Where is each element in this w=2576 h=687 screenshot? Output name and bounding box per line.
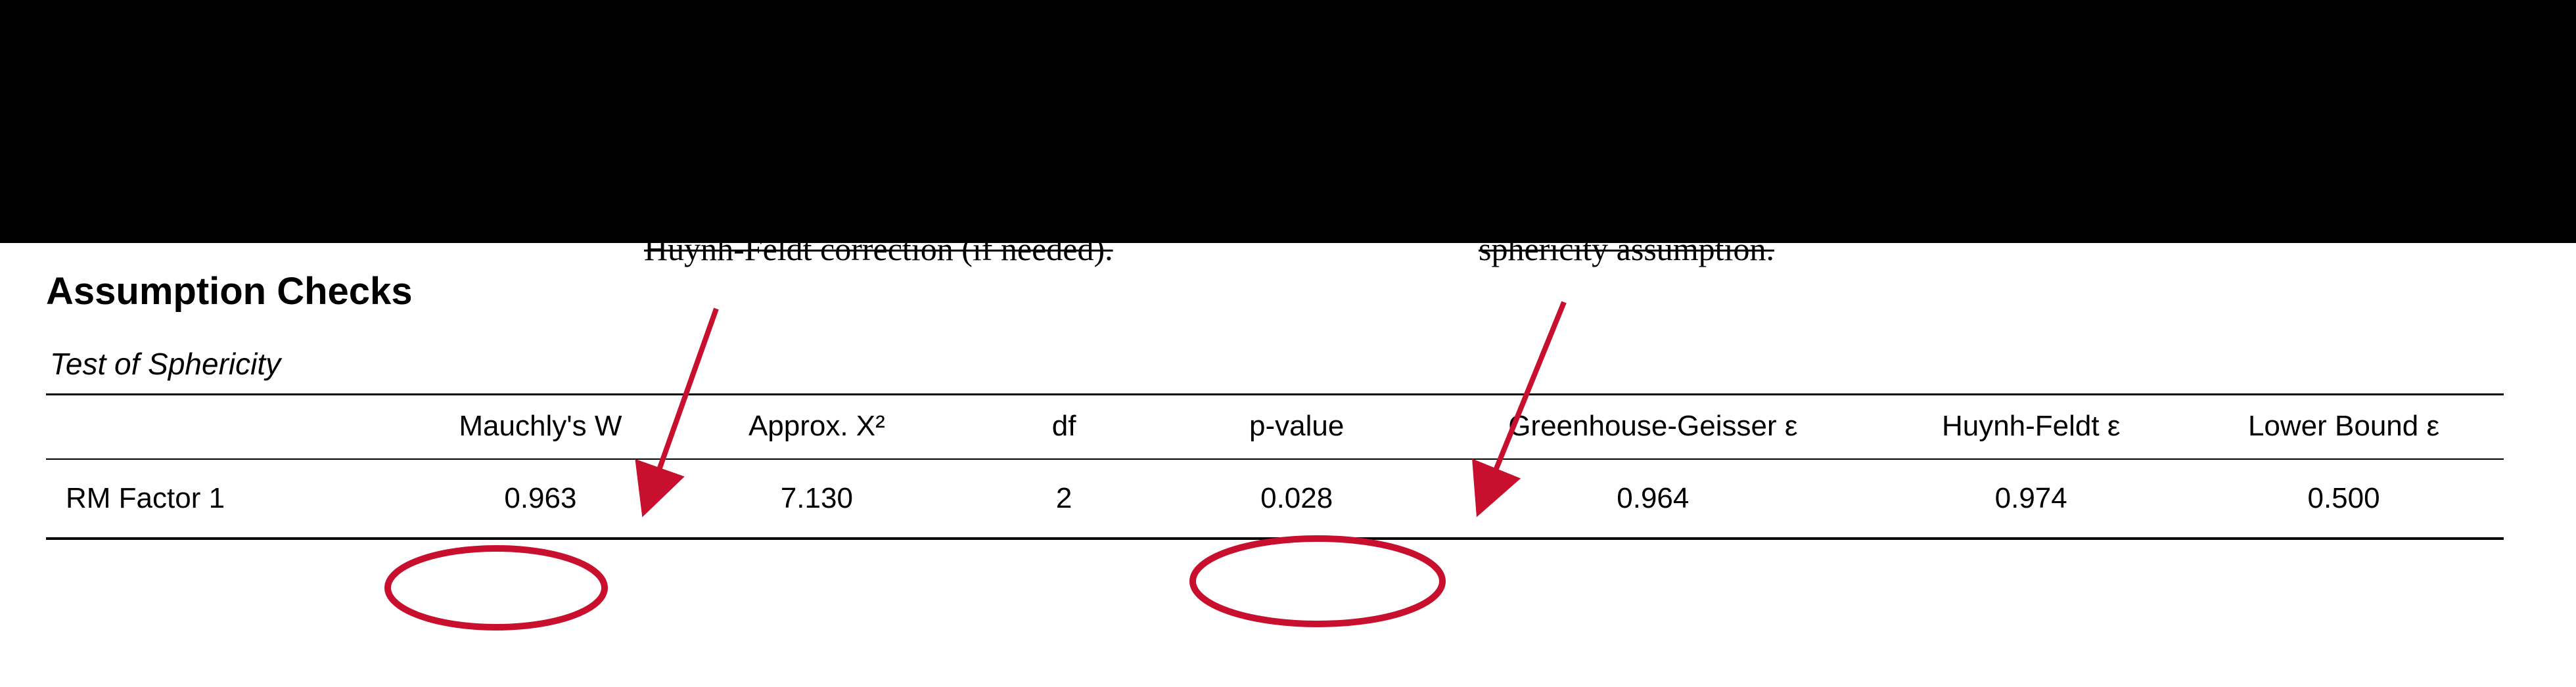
header-df: df xyxy=(962,395,1166,460)
partial-annotation-right: sphericity assumption. xyxy=(1479,230,1774,268)
cell-p: 0.028 xyxy=(1166,459,1427,539)
header-hf: Huynh-Feldt ε xyxy=(1878,395,2184,460)
table-header-row: Mauchly's W Approx. X² df p-value Greenh… xyxy=(46,395,2504,460)
header-rowlabel xyxy=(46,395,409,460)
content-area: Assumption Checks Test of Sphericity Mau… xyxy=(46,269,2530,540)
highlight-circle-mauchly xyxy=(388,548,605,627)
section-heading: Assumption Checks xyxy=(46,269,2530,313)
header-lb: Lower Bound ε xyxy=(2184,395,2504,460)
highlight-circle-pvalue xyxy=(1193,539,1442,624)
header-chi: Approx. X² xyxy=(672,395,963,460)
sphericity-table: Mauchly's W Approx. X² df p-value Greenh… xyxy=(46,393,2504,540)
table-row: RM Factor 1 0.963 7.130 2 0.028 0.964 0.… xyxy=(46,459,2504,539)
cell-df: 2 xyxy=(962,459,1166,539)
black-overlay-bar xyxy=(0,0,2576,243)
header-gg: Greenhouse-Geisser ε xyxy=(1427,395,1878,460)
partial-annotation-left: Huynh-Feldt correction (if needed). xyxy=(644,230,1113,268)
cell-gg: 0.964 xyxy=(1427,459,1878,539)
cell-lb: 0.500 xyxy=(2184,459,2504,539)
table-title: Test of Sphericity xyxy=(50,346,2530,382)
header-p: p-value xyxy=(1166,395,1427,460)
cell-chi: 7.130 xyxy=(672,459,963,539)
cell-rowlabel: RM Factor 1 xyxy=(46,459,409,539)
page-root: Huynh-Feldt correction (if needed). sphe… xyxy=(0,0,2576,687)
cell-mauchly: 0.963 xyxy=(409,459,671,539)
header-mauchly: Mauchly's W xyxy=(409,395,671,460)
cell-hf: 0.974 xyxy=(1878,459,2184,539)
